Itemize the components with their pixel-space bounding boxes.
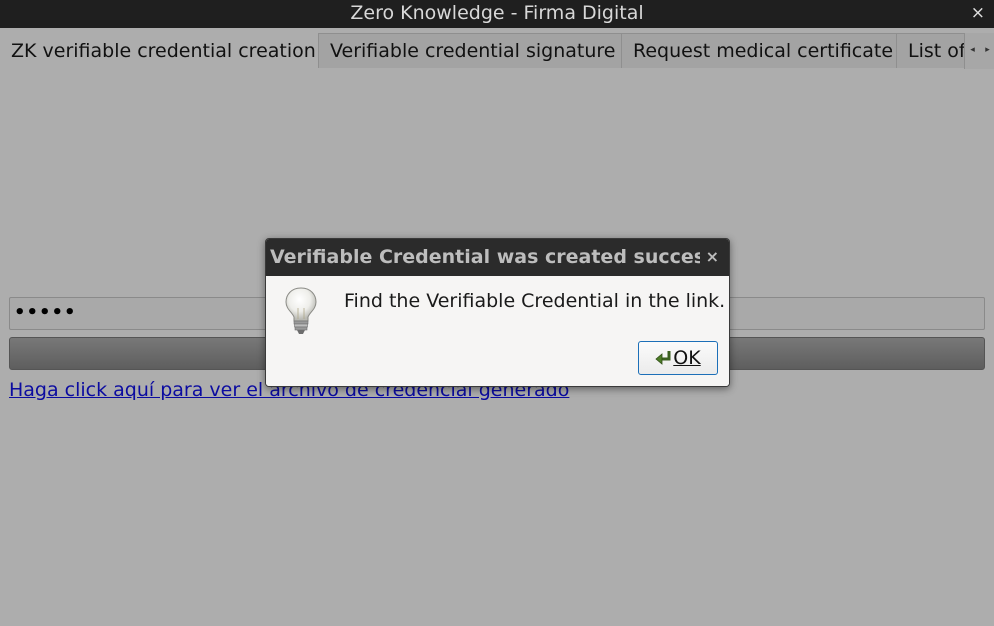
tab-scroll-right-icon[interactable]: ▸ xyxy=(980,33,994,69)
dialog-title: Verifiable Credential was created succes… xyxy=(270,246,700,268)
lightbulb-icon xyxy=(285,287,317,334)
tab-credential-signature[interactable]: Verifiable credential signature xyxy=(318,33,622,68)
apply-arrow-icon xyxy=(655,351,671,365)
tab-zk-credential-creation[interactable]: ZK verifiable credential creation xyxy=(0,33,318,68)
window-close-icon[interactable]: × xyxy=(971,1,985,25)
tab-label: ZK verifiable credential creation xyxy=(11,40,316,62)
tab-label: List of xyxy=(908,40,966,62)
tab-scroll-left-icon[interactable]: ◂ xyxy=(965,33,980,69)
ok-button-label: OK xyxy=(673,347,701,369)
password-value: ••••• xyxy=(14,302,77,323)
dialog-titlebar: Verifiable Credential was created succes… xyxy=(266,239,729,276)
tab-request-medical-certificate[interactable]: Request medical certificate xyxy=(621,33,897,68)
success-dialog: Verifiable Credential was created succes… xyxy=(265,238,730,387)
dialog-close-icon[interactable]: × xyxy=(706,239,719,275)
tab-label: Verifiable credential signature xyxy=(330,40,616,62)
window-title: Zero Knowledge - Firma Digital xyxy=(350,2,644,24)
window-titlebar: Zero Knowledge - Firma Digital × xyxy=(0,0,994,28)
dialog-body: Find the Verifiable Credential in the li… xyxy=(266,276,729,386)
tab-list-of[interactable]: List of xyxy=(896,33,966,68)
dialog-message: Find the Verifiable Credential in the li… xyxy=(344,290,726,312)
tab-label: Request medical certificate xyxy=(633,40,894,62)
tab-scroll-controls: ◂ ▸ xyxy=(964,33,994,69)
ok-button[interactable]: OK xyxy=(638,341,718,375)
tab-bar: ZK verifiable credential creation Verifi… xyxy=(0,33,994,69)
